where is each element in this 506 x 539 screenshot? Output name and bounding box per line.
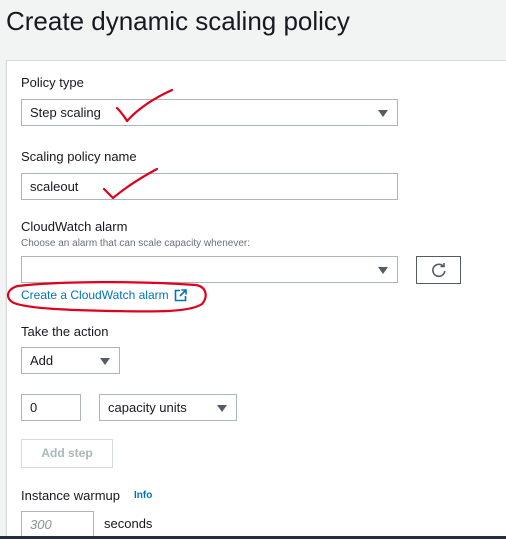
caret-down-icon — [378, 110, 388, 117]
scaling-policy-name-input[interactable]: scaleout — [21, 173, 398, 200]
warmup-info-link[interactable]: Info — [134, 489, 152, 503]
policy-type-label: Policy type — [21, 75, 84, 90]
create-cloudwatch-alarm-link-text: Create a CloudWatch alarm — [21, 288, 169, 302]
page-title: Create dynamic scaling policy — [6, 6, 350, 36]
refresh-alarms-button[interactable] — [416, 256, 461, 284]
warmup-unit-label: seconds — [104, 516, 153, 531]
refresh-icon — [431, 263, 446, 278]
create-cloudwatch-alarm-link[interactable]: Create a CloudWatch alarm — [21, 287, 187, 303]
action-amount-input[interactable]: 0 — [21, 394, 81, 421]
cloudwatch-alarm-description: Choose an alarm that can scale capacity … — [21, 238, 251, 249]
add-step-button[interactable]: Add step — [21, 439, 113, 468]
action-unit-value: capacity units — [108, 400, 187, 415]
external-link-icon — [174, 288, 187, 301]
take-action-label: Take the action — [21, 324, 109, 339]
instance-warmup-input[interactable]: 300 — [21, 511, 94, 538]
cloudwatch-alarm-select[interactable] — [21, 256, 398, 283]
policy-type-select[interactable]: Step scaling — [21, 99, 398, 126]
instance-warmup-label: Instance warmup — [21, 488, 120, 503]
caret-down-icon — [100, 358, 110, 365]
scaling-policy-name-label: Scaling policy name — [21, 149, 137, 164]
action-operation-value: Add — [30, 353, 54, 368]
instance-warmup-placeholder: 300 — [30, 517, 52, 532]
action-unit-select[interactable]: capacity units — [99, 394, 237, 421]
caret-down-icon — [217, 405, 227, 412]
policy-type-value: Step scaling — [30, 105, 101, 120]
action-operation-select[interactable]: Add — [21, 347, 120, 374]
cloudwatch-alarm-label: CloudWatch alarm — [21, 219, 128, 234]
caret-down-icon — [378, 267, 388, 274]
